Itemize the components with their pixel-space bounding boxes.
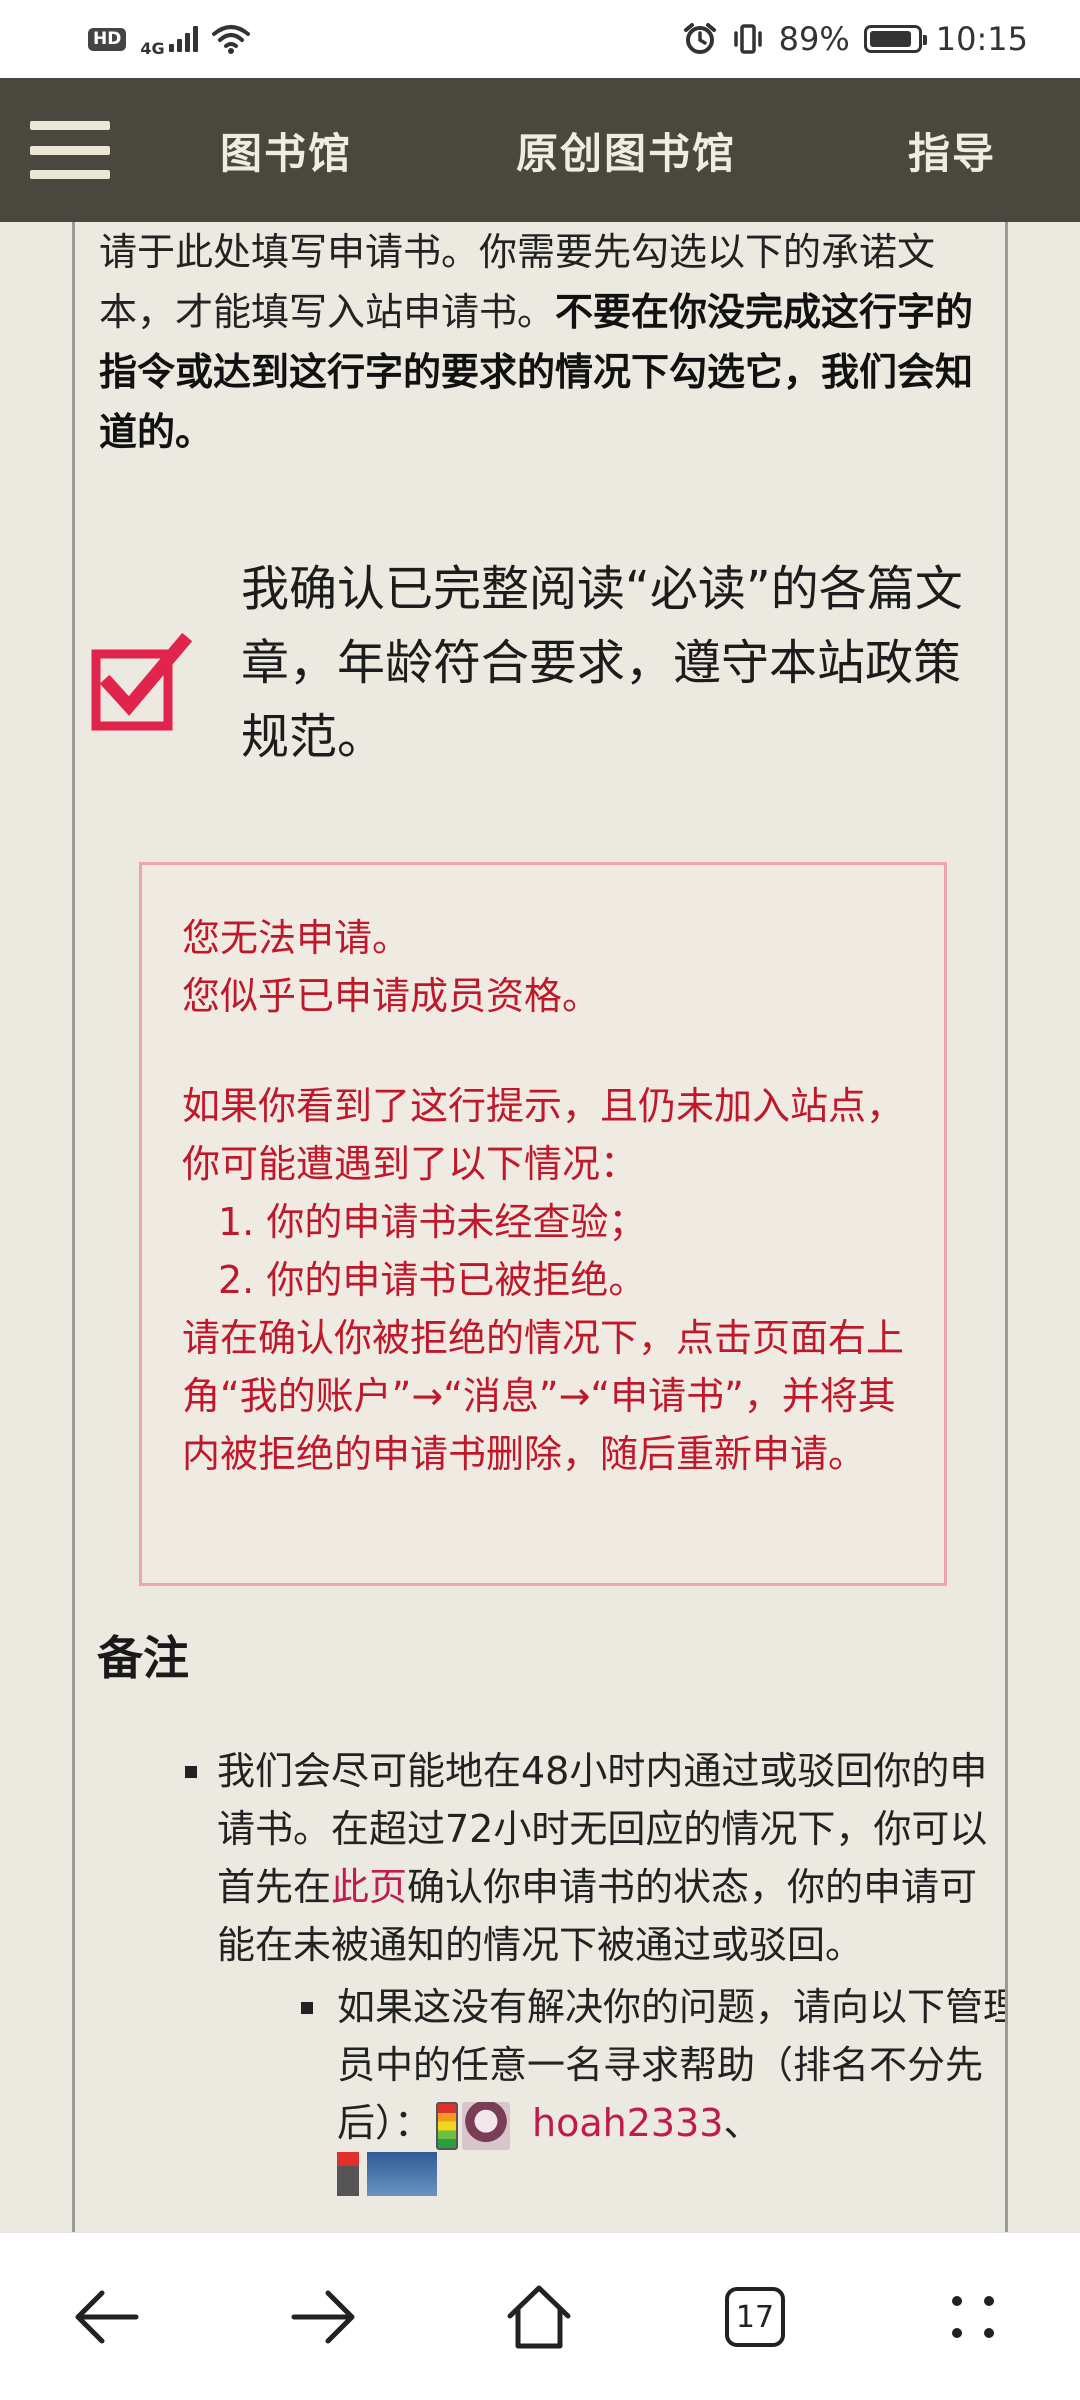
notice-line-1: 您无法申请。 xyxy=(182,916,411,960)
admin-user-link[interactable]: hoah2333 xyxy=(532,2101,723,2145)
hd-icon: HD xyxy=(88,27,127,51)
clock: 10:15 xyxy=(935,20,1028,58)
nav-link-original-library[interactable]: 原创图书馆 xyxy=(516,78,736,222)
more-button[interactable] xyxy=(898,2233,1048,2400)
status-right: 89% 10:15 xyxy=(683,20,1028,58)
signal-icon xyxy=(168,26,198,52)
rank-icon xyxy=(337,2152,359,2196)
alarm-icon xyxy=(683,23,716,54)
status-page-link[interactable]: 此页 xyxy=(331,1865,407,1909)
vibrate-icon xyxy=(733,24,762,54)
rank-icon xyxy=(436,2101,459,2150)
tabs-button[interactable]: 17 xyxy=(680,2233,830,2400)
error-notice: 您无法申请。 您似乎已申请成员资格。 如果你看到了这行提示，且仍未加入站点，你可… xyxy=(139,862,947,1586)
battery-percent: 89% xyxy=(778,20,850,58)
more-icon xyxy=(952,2296,994,2338)
notes-sub-list: 如果这没有解决你的问题，请向以下管理员中的任意一名寻求帮助（排名不分先后）： ho… xyxy=(217,1978,1005,2196)
site-nav: 图书馆 原创图书馆 指导 xyxy=(0,78,1080,222)
notes-list: 我们会尽可能地在48小时内通过或驳回你的申请书。在超过72小时无回应的情况下，你… xyxy=(145,1742,1005,2196)
wifi-icon xyxy=(211,25,250,54)
list-item: 如果这没有解决你的问题，请向以下管理员中的任意一名寻求帮助（排名不分先后）： ho… xyxy=(301,1978,1005,2196)
home-icon xyxy=(507,2285,571,2349)
notes-heading: 备注 xyxy=(97,1631,189,1685)
back-arrow-icon xyxy=(75,2290,139,2344)
status-left: HD 4G xyxy=(88,21,250,58)
notice-item-1: 1. 你的申请书未经查验； xyxy=(218,1200,647,1244)
battery-icon xyxy=(863,25,927,53)
notice-item-2: 2. 你的申请书已被拒绝。 xyxy=(218,1258,647,1302)
bullet-icon xyxy=(185,1766,197,1778)
nav-link-library[interactable]: 图书馆 xyxy=(220,78,352,222)
user-avatar-icon[interactable] xyxy=(462,2101,511,2150)
home-button[interactable] xyxy=(464,2233,614,2400)
notice-line-2: 您似乎已申请成员资格。 xyxy=(182,974,601,1018)
battery-level xyxy=(869,31,911,47)
bullet-icon xyxy=(301,2002,313,2014)
tabs-icon: 17 xyxy=(725,2287,785,2347)
check-icon[interactable] xyxy=(91,632,203,736)
page-content: 请于此处填写申请书。你需要先勾选以下的承诺文本，才能填写入站申请书。不要在你没完… xyxy=(72,222,1008,2232)
separator: 、 xyxy=(723,2101,762,2145)
list-item: 我们会尽可能地在48小时内通过或驳回你的申请书。在超过72小时无回应的情况下，你… xyxy=(145,1742,1005,2196)
nav-link-guide[interactable]: 指导 xyxy=(908,78,996,222)
back-button[interactable] xyxy=(32,2233,182,2400)
admin-list-continued xyxy=(337,2152,1005,2196)
notice-paragraph: 如果你看到了这行提示，且仍未加入站点，你可能遭遇到了以下情况： xyxy=(182,1084,905,1186)
forward-arrow-icon xyxy=(291,2290,355,2344)
network-type: 4G xyxy=(140,38,165,58)
hamburger-icon[interactable] xyxy=(30,121,110,179)
forward-button[interactable] xyxy=(248,2233,398,2400)
browser-toolbar: 17 xyxy=(0,2232,1080,2400)
status-bar: HD 4G 89% 10:15 xyxy=(0,0,1080,78)
confirm-label[interactable]: 我确认已完整阅读“必读”的各篇文章，年龄符合要求，遵守本站政策规范。 xyxy=(241,552,1001,774)
notice-instruction: 请在确认你被拒绝的情况下，点击页面右上角“我的账户”→“消息”→“申请书”，并将… xyxy=(182,1316,905,1476)
user-avatar-icon[interactable] xyxy=(367,2152,437,2196)
application-intro: 请于此处填写申请书。你需要先勾选以下的承诺文本，才能填写入站申请书。不要在你没完… xyxy=(99,222,979,462)
